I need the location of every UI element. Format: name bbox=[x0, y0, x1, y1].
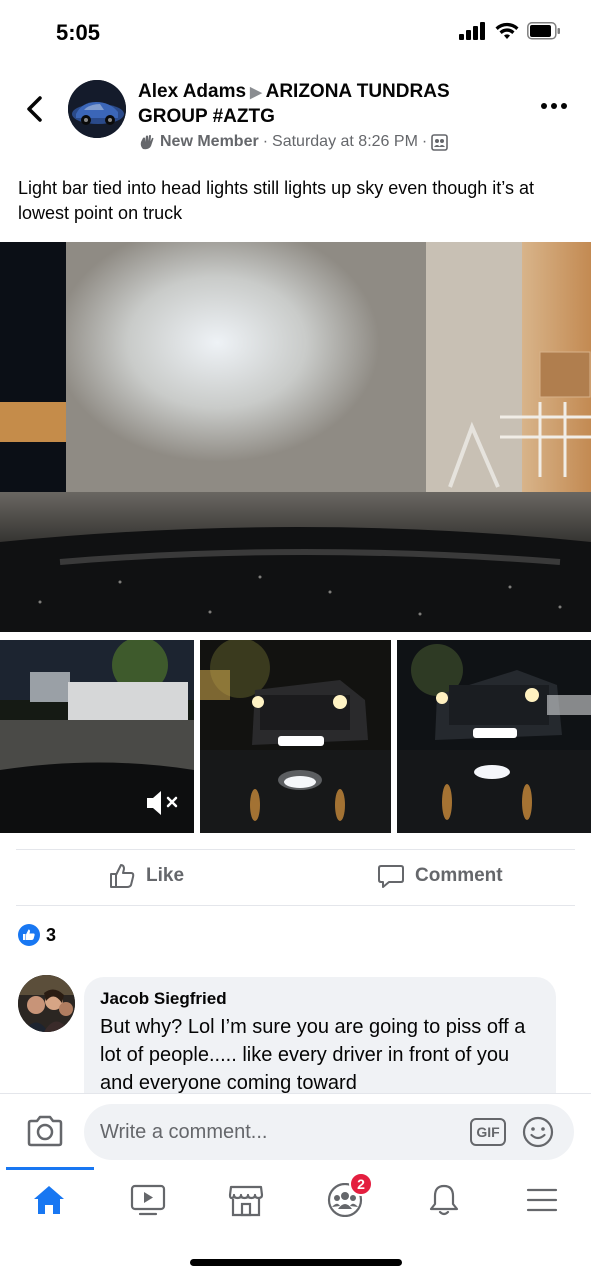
reaction-count: 3 bbox=[46, 924, 57, 945]
comment-author[interactable]: Jacob Siegfried bbox=[100, 989, 540, 1009]
post-actions: Like Comment bbox=[0, 850, 591, 906]
post-timestamp[interactable]: Saturday at 8:26 PM bbox=[272, 133, 418, 151]
back-button[interactable] bbox=[20, 92, 48, 126]
tab-watch[interactable] bbox=[126, 1180, 170, 1220]
tab-menu[interactable] bbox=[520, 1180, 564, 1220]
groups-notification-badge: 2 bbox=[349, 1172, 373, 1196]
tab-notifications[interactable] bbox=[422, 1180, 466, 1220]
comment-text: But why? Lol I’m sure you are going to p… bbox=[100, 1016, 526, 1093]
member-badge: New Member bbox=[160, 133, 259, 150]
comment-label: Comment bbox=[415, 865, 503, 886]
gif-button[interactable]: GIF bbox=[470, 1118, 506, 1146]
bell-icon bbox=[429, 1184, 459, 1216]
post-photo-main[interactable] bbox=[0, 242, 591, 632]
like-label: Like bbox=[146, 865, 185, 886]
video-icon bbox=[130, 1184, 166, 1216]
reactions-summary[interactable]: 3 bbox=[18, 924, 56, 946]
emoji-icon bbox=[522, 1116, 554, 1148]
arrow-right-icon: ▶ bbox=[250, 84, 262, 101]
status-bar: 5:05 bbox=[0, 0, 591, 64]
gif-icon: GIF bbox=[476, 1124, 500, 1140]
active-tab-indicator bbox=[6, 1167, 94, 1170]
like-icon bbox=[110, 864, 135, 888]
meta-dot: · bbox=[262, 133, 269, 150]
photo-lit-wall bbox=[0, 242, 591, 632]
comment-item: Jacob Siegfried But why? Lol I’m sure yo… bbox=[18, 975, 578, 1093]
camera-button[interactable] bbox=[26, 1114, 64, 1148]
avatar-car-image bbox=[68, 80, 126, 138]
comment-bubble[interactable]: Jacob Siegfried But why? Lol I’m sure yo… bbox=[84, 977, 556, 1093]
commenter-avatar-image bbox=[18, 975, 75, 1032]
post-meta: New Member · Saturday at 8:26 PM · bbox=[138, 133, 449, 151]
wifi-icon bbox=[495, 22, 519, 39]
meta-dot: · bbox=[421, 133, 428, 150]
camera-icon bbox=[27, 1115, 63, 1147]
post-text: Light bar tied into head lights still li… bbox=[18, 178, 534, 223]
post-photo-row bbox=[0, 640, 591, 833]
menu-icon bbox=[526, 1188, 558, 1212]
like-reaction-icon bbox=[18, 924, 40, 946]
more-icon bbox=[541, 103, 547, 109]
home-icon bbox=[34, 1186, 64, 1214]
photo-truck-front-2 bbox=[397, 640, 591, 833]
signal-icon bbox=[459, 22, 485, 40]
author-avatar[interactable] bbox=[68, 80, 126, 138]
status-icons bbox=[459, 22, 561, 40]
back-icon bbox=[27, 96, 42, 122]
post-photo-thumb-3[interactable] bbox=[397, 640, 591, 833]
tab-home[interactable] bbox=[27, 1180, 71, 1220]
like-button[interactable]: Like bbox=[108, 862, 184, 890]
comment-composer: GIF bbox=[0, 1093, 591, 1169]
divider bbox=[16, 905, 575, 906]
post-video-thumb[interactable] bbox=[0, 640, 194, 833]
commenter-avatar[interactable] bbox=[18, 975, 75, 1032]
group-audience-icon bbox=[431, 133, 449, 151]
mute-icon[interactable] bbox=[145, 788, 181, 818]
wave-hand-icon bbox=[140, 135, 154, 150]
tab-marketplace[interactable] bbox=[224, 1180, 268, 1220]
post-header: Alex Adams ▶ ARIZONA TUNDRAS GROUP #AZTG N… bbox=[0, 72, 591, 162]
author-line: Alex Adams ▶ ARIZONA TUNDRAS GROUP #AZTG bbox=[138, 80, 518, 129]
tab-groups[interactable]: 2 bbox=[323, 1172, 373, 1220]
more-options-button[interactable] bbox=[539, 96, 569, 116]
comment-icon bbox=[378, 865, 404, 888]
home-indicator[interactable] bbox=[190, 1259, 402, 1266]
bottom-tab-bar: 2 bbox=[0, 1167, 591, 1230]
marketplace-icon bbox=[228, 1185, 264, 1217]
photo-truck-front-1 bbox=[200, 640, 391, 833]
emoji-button[interactable] bbox=[522, 1116, 554, 1148]
battery-icon bbox=[527, 22, 560, 40]
comment-button[interactable]: Comment bbox=[377, 862, 503, 890]
author-name[interactable]: Alex Adams bbox=[138, 81, 246, 102]
status-time: 5:05 bbox=[56, 20, 101, 45]
post-photo-thumb-2[interactable] bbox=[200, 640, 391, 833]
